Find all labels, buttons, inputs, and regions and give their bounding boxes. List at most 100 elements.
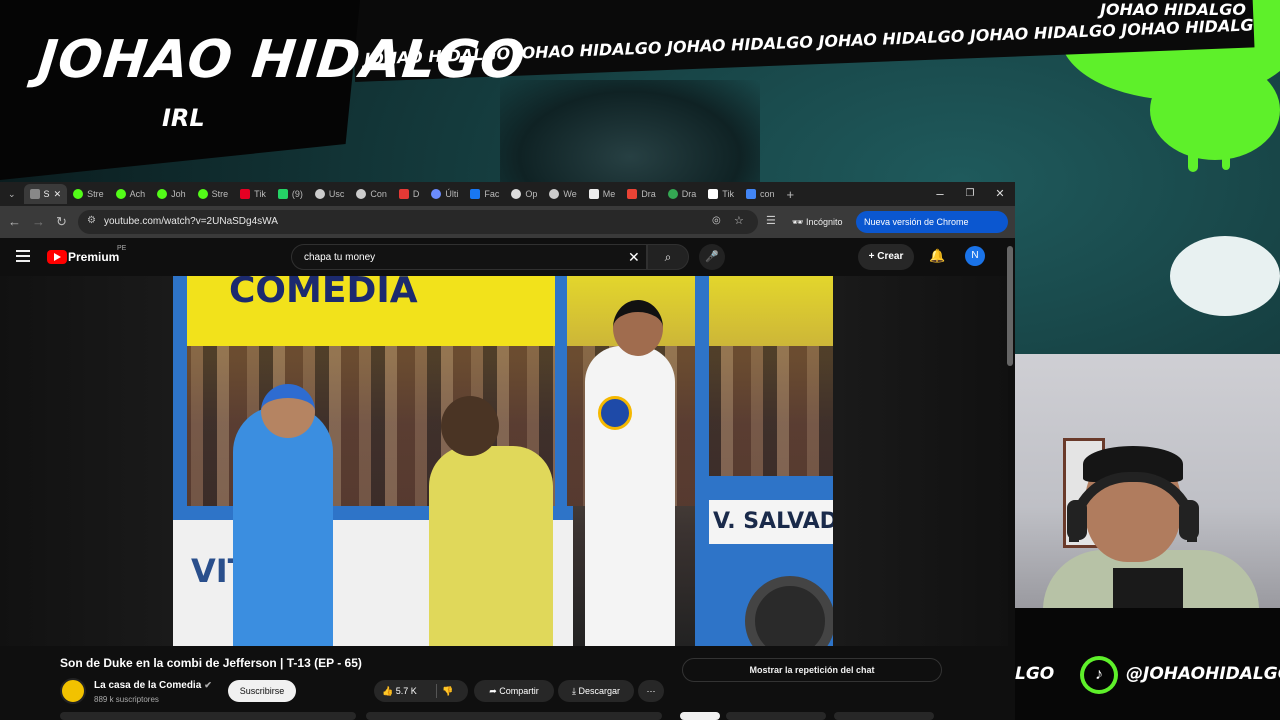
browser-tab[interactable]: Usc — [309, 184, 351, 204]
verified-check-icon: ✔ — [204, 680, 212, 690]
download-button[interactable]: ⤓ Descargar — [558, 680, 634, 702]
url-input[interactable]: ⚙ youtube.com/watch?v=2UNaSDg4sWA ◎ ☆ — [78, 210, 758, 234]
tab-label: D — [412, 189, 420, 199]
reload-button[interactable]: ↻ — [56, 214, 67, 230]
browser-tab[interactable]: (9) — [272, 184, 309, 204]
tab-label: Fac — [484, 189, 500, 199]
headphone-earcup — [1179, 500, 1199, 540]
youtube-logo-icon[interactable] — [47, 250, 67, 264]
browser-tab[interactable]: Op — [505, 184, 543, 204]
video-person-blue — [233, 406, 333, 646]
share-button[interactable]: ➦ Compartir — [474, 680, 554, 702]
subscribe-button[interactable]: Suscribirse — [228, 680, 296, 702]
browser-tab[interactable]: Con — [350, 184, 393, 204]
search-input[interactable]: chapa tu money ✕ — [291, 244, 647, 270]
site-info-icon[interactable]: ⚙ — [87, 215, 96, 226]
filter-chip[interactable] — [680, 712, 720, 720]
search-icon: ⌕ — [664, 250, 672, 264]
tab-label: Tik — [722, 189, 734, 199]
tab-label: Dra — [681, 189, 697, 199]
more-actions-button[interactable]: ⋯ — [638, 680, 664, 702]
filter-chip[interactable] — [726, 712, 826, 720]
show-chat-replay-button[interactable]: Mostrar la repetición del chat — [682, 658, 942, 682]
new-tab-button[interactable]: + — [780, 184, 800, 204]
browser-tab[interactable]: Dra — [662, 184, 703, 204]
eye-off-icon[interactable]: ◎ — [712, 215, 721, 226]
video-set-banner: COMEDIA — [173, 276, 563, 346]
tab-label: We — [563, 189, 577, 199]
browser-tab[interactable]: Me — [583, 184, 622, 204]
kick-icon — [73, 189, 84, 199]
browser-tab[interactable]: Ach — [110, 184, 152, 204]
youtube-premium-label[interactable]: Premium — [68, 250, 119, 264]
create-label: Crear — [877, 251, 904, 262]
browser-tab[interactable]: We — [543, 184, 582, 204]
tab-search-icon[interactable]: ⌄ — [0, 184, 24, 204]
back-button[interactable]: ← — [8, 214, 21, 229]
white-splash-decoration — [1170, 236, 1280, 316]
tab-label: Con — [370, 189, 387, 199]
streamer-name: JOHAO HIDALGO — [34, 30, 529, 90]
facebook-icon — [470, 189, 481, 199]
share-icon: ➦ — [489, 686, 500, 696]
filter-chip[interactable] — [834, 712, 934, 720]
close-tab-icon[interactable]: ✕ — [54, 189, 62, 200]
video-person-yellow — [429, 446, 553, 646]
browser-tab[interactable]: Fac — [464, 184, 505, 204]
page-scrollbar[interactable] — [1007, 246, 1013, 366]
address-bar: ← → ↻ ⚙ youtube.com/watch?v=2UNaSDg4sWA … — [0, 206, 1015, 249]
reading-list-icon[interactable]: ☰ — [766, 214, 776, 227]
browser-tab[interactable]: S ✕ — [23, 184, 68, 204]
maximize-button[interactable]: ❐ — [955, 182, 985, 206]
forward-button[interactable]: → — [32, 214, 45, 229]
incognito-label: Incógnito — [805, 217, 843, 227]
browser-window: ⌄ S ✕ Stre Ach Joh Stre Tik (9) Usc Con D Últi Fac Op… — [0, 182, 1015, 720]
clear-search-icon[interactable]: ✕ — [628, 249, 640, 266]
browser-tab[interactable]: Tik — [702, 184, 740, 204]
pinterest-icon — [240, 189, 251, 199]
create-button[interactable]: + Crear — [858, 244, 914, 270]
ticker-top-text: JOHAO HIDALGO — [1100, 0, 1246, 19]
video-person-white-head — [613, 300, 663, 356]
green-drip-decoration — [1222, 130, 1230, 170]
url-text: youtube.com/watch?v=2UNaSDg4sWA — [104, 216, 278, 227]
incognito-indicator[interactable]: 🕶 Incógnito — [792, 211, 842, 233]
browser-tab[interactable]: Últi — [425, 184, 464, 204]
browser-tab[interactable]: con — [740, 184, 781, 204]
kick-icon — [197, 189, 208, 199]
tab-label: con — [759, 189, 775, 199]
tab-label: Tik — [254, 189, 266, 199]
chrome-update-button[interactable]: Nueva versión de Chrome disponible ⋮ — [856, 211, 1008, 249]
close-window-button[interactable]: ✕ — [985, 182, 1015, 206]
browser-tab[interactable]: Tik — [234, 184, 272, 204]
bookmark-star-icon[interactable]: ☆ — [734, 214, 744, 227]
dislike-button[interactable]: 👎 — [442, 680, 453, 702]
account-avatar[interactable]: N — [965, 246, 985, 266]
minimize-button[interactable]: – — [925, 182, 955, 206]
player-letterbox-left — [0, 276, 173, 646]
channel-name[interactable]: La casa de la Comedia ✔ — [94, 680, 212, 691]
browser-tab[interactable]: Stre — [67, 184, 110, 204]
video-person-white-jersey — [585, 346, 675, 646]
video-person-blue-head — [261, 384, 315, 438]
browser-tab[interactable]: Joh — [151, 184, 192, 204]
voice-search-button[interactable]: 🎤 — [699, 244, 725, 270]
like-button[interactable]: 👍 5.7 K — [382, 680, 417, 702]
headphone-earcup — [1067, 500, 1087, 540]
search-button[interactable]: ⌕ — [647, 244, 689, 270]
browser-tab[interactable]: Dra — [621, 184, 662, 204]
tab-label: Últi — [445, 189, 459, 199]
notifications-bell-icon[interactable]: 🔔 — [929, 248, 945, 264]
browser-tab[interactable]: D — [393, 184, 426, 204]
thumbs-down-icon: 👎 — [442, 686, 454, 696]
irl-subtitle: IRL — [162, 104, 205, 132]
tab-label: Dra — [641, 189, 656, 199]
like-count: 5.7 K — [395, 686, 417, 696]
hamburger-menu-icon[interactable] — [16, 250, 30, 262]
channel-avatar[interactable] — [60, 678, 86, 704]
green-drip-decoration — [1188, 120, 1198, 172]
site-icon — [356, 189, 367, 199]
video-player[interactable]: COMEDIA VITO PT V. SALVADOR — [173, 276, 833, 646]
tab-label: Usc — [328, 189, 345, 199]
browser-tab[interactable]: Stre — [192, 184, 235, 204]
